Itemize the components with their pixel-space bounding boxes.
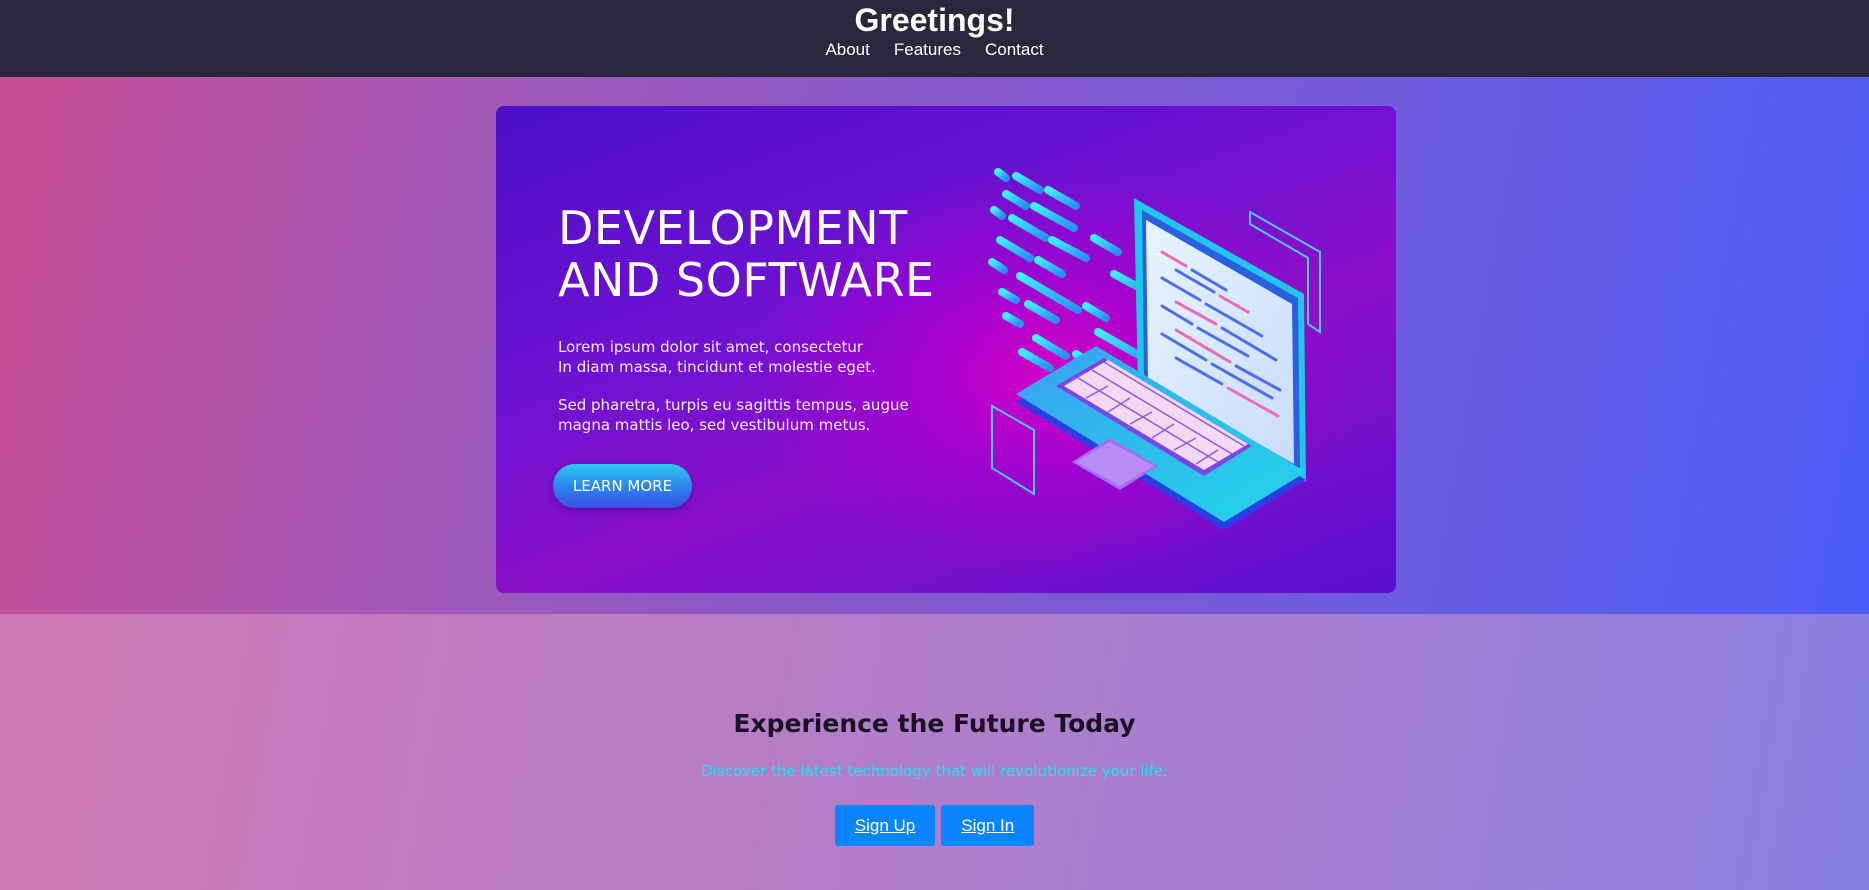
promo-title: Experience the Future Today <box>733 709 1136 738</box>
hero-section: DEVELOPMENT AND SOFTWARE Lorem ipsum dol… <box>0 77 1869 614</box>
banner-heading-line1: DEVELOPMENT <box>558 201 908 255</box>
site-title: Greetings! <box>854 2 1015 38</box>
banner-heading-line2: AND SOFTWARE <box>558 253 935 307</box>
hero-banner: DEVELOPMENT AND SOFTWARE Lorem ipsum dol… <box>496 106 1396 593</box>
promo-section: Experience the Future Today Discover the… <box>0 614 1869 890</box>
main-nav: About Features Contact <box>0 40 1869 60</box>
sign-in-button[interactable]: Sign In <box>941 805 1035 846</box>
learn-more-button[interactable]: LEARN MORE <box>553 464 692 508</box>
nav-link-about[interactable]: About <box>825 40 869 60</box>
banner-paragraph-2: Sed pharetra, turpis eu sagittis tempus,… <box>558 395 918 435</box>
banner-paragraph-1-line2: In diam massa, tincidunt et molestie ege… <box>558 358 876 376</box>
banner-paragraph-1: Lorem ipsum dolor sit amet, consectetur … <box>558 337 918 377</box>
site-header: Greetings! About Features Contact <box>0 0 1869 77</box>
sign-up-button[interactable]: Sign Up <box>834 805 936 846</box>
banner-paragraph-2-line2: magna mattis leo, sed vestibulum metus. <box>558 416 871 434</box>
banner-paragraph-2-line1: Sed pharetra, turpis eu sagittis tempus,… <box>558 396 909 414</box>
nav-link-features[interactable]: Features <box>894 40 961 60</box>
promo-actions: Sign Up Sign In <box>0 805 1869 846</box>
banner-heading: DEVELOPMENT AND SOFTWARE <box>558 202 978 306</box>
nav-link-contact[interactable]: Contact <box>985 40 1044 60</box>
banner-paragraph-1-line1: Lorem ipsum dolor sit amet, consectetur <box>558 338 864 356</box>
laptop-code-icon <box>988 168 1321 530</box>
promo-subtitle: Discover the latest technology that will… <box>701 762 1168 780</box>
